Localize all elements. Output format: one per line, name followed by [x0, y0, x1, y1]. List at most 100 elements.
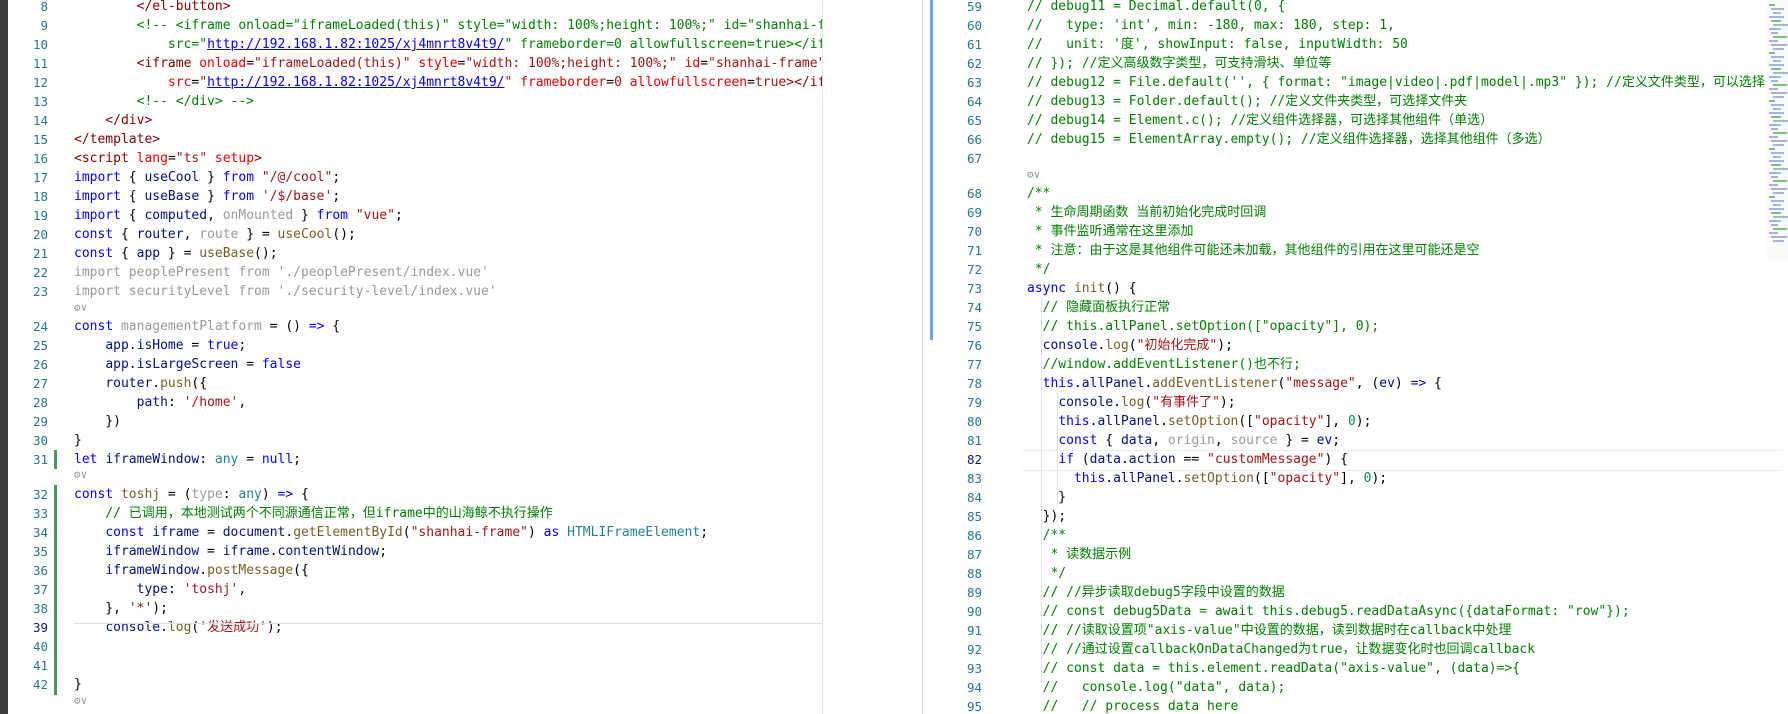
code-line[interactable]: import peoplePresent from './peoplePrese… — [74, 263, 489, 282]
code-line[interactable]: // 隐藏面板执行正常 — [1027, 298, 1171, 317]
code-line[interactable]: let iframeWindow: any = null; — [74, 450, 301, 469]
minimap-line — [1771, 200, 1784, 202]
code-line[interactable]: const toshj = (type: any) => { — [74, 485, 309, 504]
code-line[interactable]: src="http://192.168.1.82:1025/xj4mnrt8v4… — [74, 35, 822, 54]
code-line[interactable]: } — [74, 675, 82, 694]
minimap-line — [1773, 60, 1781, 62]
code-line[interactable]: }) — [74, 412, 121, 431]
code-line[interactable]: this.allPanel.setOption(["opacity"], 0); — [1027, 412, 1371, 431]
line-number: 74 — [966, 300, 982, 315]
line-number: 89 — [966, 585, 982, 600]
line-number: 83 — [966, 471, 982, 486]
code-line[interactable]: </el-button> — [74, 0, 231, 16]
code-line[interactable]: <!-- <iframe onload="iframeLoaded(this)"… — [74, 16, 822, 35]
code-line[interactable]: // // process data here — [1027, 697, 1239, 714]
minimap-line — [1769, 124, 1781, 126]
line-number: 88 — [966, 566, 982, 581]
code-line[interactable]: /** — [1027, 526, 1067, 545]
code-line[interactable]: const { data, origin, source } = ev; — [1027, 431, 1340, 450]
code-line[interactable]: import { useBase } from '/$/base'; — [74, 187, 340, 206]
code-line[interactable]: import { computed, onMounted } from "vue… — [74, 206, 403, 225]
code-line[interactable]: const iframe = document.getElementById("… — [74, 523, 708, 542]
minimap-line — [1771, 176, 1778, 178]
code-line[interactable]: const managementPlatform = () => { — [74, 317, 340, 336]
code-line[interactable]: // const data = this.element.readData("a… — [1027, 659, 1520, 678]
code-line[interactable]: <iframe onload="iframeLoaded(this)" styl… — [74, 54, 822, 73]
line-number: 10 — [32, 37, 48, 52]
minimap-line — [1769, 100, 1775, 102]
code-line[interactable]: const { router, route } = useCool(); — [74, 225, 356, 244]
code-line[interactable]: //window.addEventListener()也不行; — [1027, 355, 1301, 374]
code-line[interactable]: } — [1027, 488, 1066, 507]
codelens-hint-icon[interactable]: ⚙∨ — [1027, 168, 1040, 182]
code-line[interactable]: import { useCool } from "/@/cool"; — [74, 168, 340, 187]
activity-edge — [0, 0, 8, 714]
code-line[interactable]: // //异步读取debug5字段中设置的数据 — [1027, 583, 1285, 602]
code-line[interactable]: src="http://192.168.1.82:1025/xj4mnrt8v4… — [74, 73, 822, 92]
code-line[interactable]: // //通过设置callbackOnDataChanged为true，让数据变… — [1027, 640, 1535, 659]
code-line[interactable]: // const debug5Data = await this.debug5.… — [1027, 602, 1630, 621]
code-line[interactable]: // type: 'int', min: -180, max: 180, ste… — [1027, 16, 1395, 35]
code-line[interactable]: // }); //定义高级数字类型，可支持滑块、单位等 — [1027, 54, 1331, 73]
line-number: 93 — [966, 661, 982, 676]
code-line[interactable]: this.allPanel.addEventListener("message"… — [1027, 374, 1442, 393]
code-line[interactable]: console.log("有事件了"); — [1027, 393, 1235, 412]
code-line[interactable]: // debug14 = Element.c(); //定义组件选择器，可选择其… — [1027, 111, 1493, 130]
code-line[interactable]: // debug11 = Decimal.default(0, { — [1027, 0, 1285, 16]
codelens-hint-icon[interactable]: ⚙∨ — [74, 301, 87, 315]
minimap-line — [1771, 32, 1778, 34]
line-number: 24 — [32, 319, 48, 334]
code-line[interactable]: // 已调用，本地测试两个不同源通信正常，但iframe中的山海鲸不执行操作 — [74, 504, 552, 523]
code-line[interactable]: // console.log("data", data); — [1027, 678, 1286, 697]
codelens-hint-icon[interactable]: ⚙∨ — [74, 694, 87, 708]
minimap-line — [1769, 220, 1781, 222]
code-line[interactable]: console.log('发送成功'); — [74, 618, 282, 637]
line-number: 29 — [32, 414, 48, 429]
code-line[interactable]: type: 'toshj', — [74, 580, 247, 599]
code-line[interactable]: import securityLevel from './security-le… — [74, 282, 497, 301]
code-line[interactable]: }); — [1027, 507, 1067, 526]
code-line[interactable]: <!-- </div> --> — [74, 92, 254, 111]
code-line[interactable]: // debug13 = Folder.default(); //定义文件夹类型… — [1027, 92, 1467, 111]
codelens-hint-icon[interactable]: ⚙∨ — [74, 468, 87, 482]
line-number: 34 — [32, 525, 48, 540]
code-line[interactable]: async init() { — [1027, 279, 1137, 298]
code-line[interactable]: * 生命周期函数 当前初始化完成时回调 — [1027, 203, 1267, 222]
line-number: 77 — [966, 357, 982, 372]
code-line[interactable]: // this.allPanel.setOption(["opacity"], … — [1027, 317, 1380, 336]
code-line[interactable]: * 注意：由于这是其他组件可能还未加载，其他组件的引用在这里可能还是空 — [1027, 241, 1480, 260]
code-line[interactable]: * 事件监听通常在这里添加 — [1027, 222, 1194, 241]
code-line[interactable]: const { app } = useBase(); — [74, 244, 278, 263]
code-line[interactable]: /** — [1027, 184, 1050, 203]
minimap-line — [1769, 4, 1775, 6]
code-line[interactable]: app.isHome = true; — [74, 336, 246, 355]
code-line[interactable]: router.push({ — [74, 374, 207, 393]
right-editor-pane[interactable]: 59 // debug11 = Decimal.default(0, {60 // … — [822, 0, 1788, 714]
code-line[interactable]: console.log("初始化完成"); — [1027, 336, 1233, 355]
code-line[interactable]: } — [74, 431, 82, 450]
line-number: 14 — [32, 113, 48, 128]
code-line[interactable]: <script lang="ts" setup> — [74, 149, 262, 168]
code-line[interactable]: </div> — [74, 111, 152, 130]
code-line[interactable]: */ — [1027, 564, 1066, 583]
code-line[interactable]: }, '*'); — [74, 599, 168, 618]
editor-split-divider[interactable] — [822, 0, 823, 714]
code-line[interactable]: iframeWindow = iframe.contentWindow; — [74, 542, 387, 561]
code-line[interactable]: // unit: '度', showInput: false, inputWid… — [1027, 35, 1408, 54]
code-line[interactable]: // //读取设置项"axis-value"中设置的数据，读到数据时在callb… — [1027, 621, 1512, 640]
code-line[interactable]: app.isLargeScreen = false — [74, 355, 301, 374]
minimap-line — [1771, 104, 1784, 106]
code-line[interactable]: // debug15 = ElementArray.empty(); //定义组… — [1027, 130, 1551, 149]
code-line[interactable]: </template> — [74, 130, 160, 149]
line-number: 78 — [966, 376, 982, 391]
code-line[interactable]: */ — [1027, 260, 1051, 279]
code-line[interactable]: // debug12 = File.default('', { format: … — [1027, 73, 1765, 92]
code-line[interactable]: path: '/home', — [74, 393, 247, 412]
code-line[interactable]: * 读数据示例 — [1027, 545, 1131, 564]
code-line[interactable]: iframeWindow.postMessage({ — [74, 561, 309, 580]
line-number: 60 — [966, 18, 982, 33]
left-editor-pane[interactable]: 8 </el-button> 9 <!-- <iframe onload="ifr… — [0, 0, 822, 714]
minimap-line — [1773, 12, 1781, 14]
scroll-position-indicator[interactable] — [930, 0, 933, 340]
code-line[interactable]: this.allPanel.setOption(["opacity"], 0); — [1027, 469, 1387, 488]
